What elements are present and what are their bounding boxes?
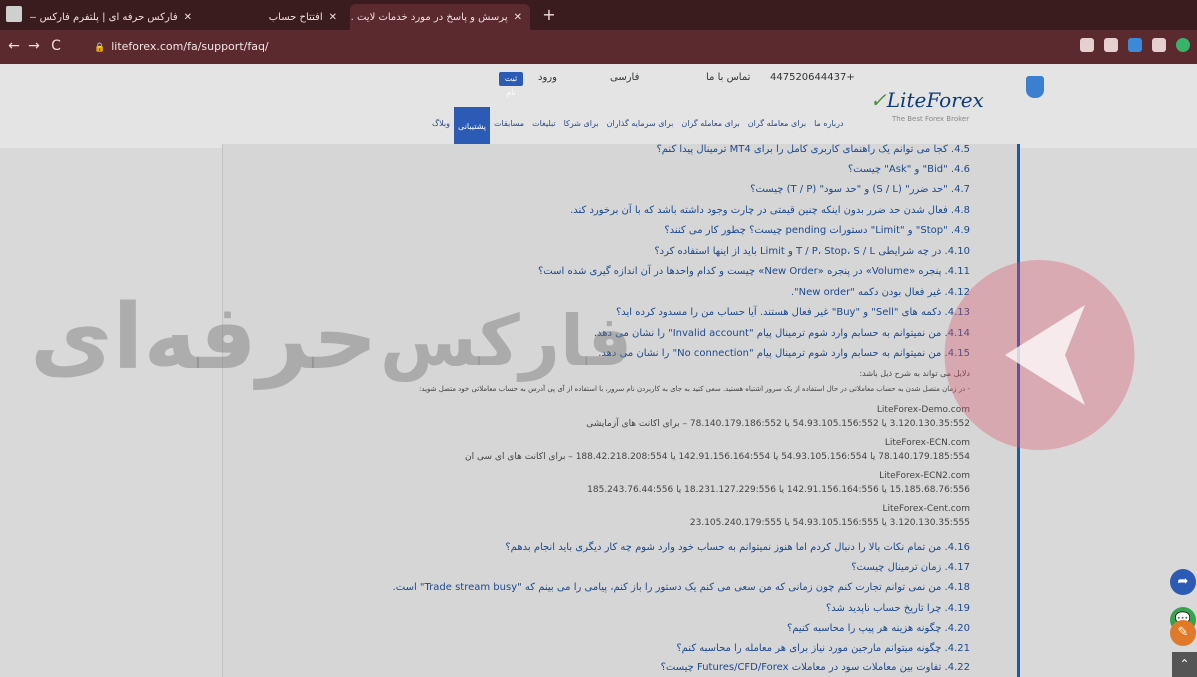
tab-label: افتتاح حساب bbox=[268, 11, 323, 23]
shield-icon[interactable] bbox=[1026, 76, 1044, 98]
faq-item[interactable]: 4.18. من نمی توانم تجارت کنم چون زمانی ک… bbox=[393, 581, 970, 595]
server-name: LiteForex-Cent.com bbox=[882, 504, 970, 514]
close-tab-icon[interactable]: ✕ bbox=[184, 12, 192, 23]
faq-item[interactable]: 4.11. پنجره «Volume» در پنجره «New Order… bbox=[538, 265, 970, 279]
menu-item-contests[interactable]: مسابقات bbox=[490, 117, 528, 147]
faq-item[interactable]: 4.13. دکمه های "Sell" و "Buy" غیر فعال ه… bbox=[616, 306, 970, 320]
callback-link[interactable]: تماس با ما bbox=[706, 72, 750, 83]
logo-tagline: The Best Forex Broker bbox=[892, 115, 970, 123]
url-text: liteforex.com/fa/support/faq/ bbox=[111, 40, 269, 53]
close-tab-icon[interactable]: ✕ bbox=[329, 12, 337, 23]
toolbar-icons bbox=[1080, 38, 1190, 56]
server-ips: 78.140.179.185:554 یا 54.93.105.156:554 … bbox=[465, 452, 970, 462]
back-button[interactable]: ← bbox=[6, 38, 22, 54]
menu-item-support[interactable]: پشتیبانی bbox=[454, 107, 490, 147]
tab-label: پرسش و پاسخ در مورد خدمات لایت ... bbox=[350, 11, 508, 23]
edit-icon[interactable]: ✎ bbox=[1170, 620, 1196, 646]
menu-item-promotions[interactable]: تبلیغات bbox=[528, 117, 560, 147]
faq-item[interactable]: 4.20. چگونه هزینه هر پیپ را محاسبه کنیم؟ bbox=[787, 622, 970, 636]
tab-faq[interactable]: ✕ پرسش و پاسخ در مورد خدمات لایت ... bbox=[350, 4, 530, 30]
language-selector[interactable]: فارسی bbox=[610, 72, 639, 83]
faq-item[interactable]: 4.21. چگونه میتوانم مارجین مورد نیاز برا… bbox=[676, 642, 970, 656]
main-menu: درباره ما برای معامله گران برای معامله گ… bbox=[428, 107, 848, 147]
browser-tabbar: ✕ فارکس حرفه ای | پلتفرم فارکس — ... ✕ ا… bbox=[0, 0, 1197, 30]
address-bar[interactable]: 🔒 liteforex.com/fa/support/faq/ bbox=[94, 36, 1074, 58]
logo-mark-icon: ✓ bbox=[870, 88, 887, 112]
lock-icon: 🔒 bbox=[94, 43, 106, 53]
tab-label: فارکس حرفه ای | پلتفرم فارکس — ... bbox=[30, 11, 178, 23]
tab-open-account[interactable]: ✕ افتتاح حساب bbox=[205, 4, 345, 30]
profile-icon[interactable] bbox=[1128, 38, 1142, 52]
watermark-text-pro: حرفه‌ای bbox=[30, 285, 378, 390]
faq-item[interactable]: 4.9. "Stop" و "Limit" دستورات pending چی… bbox=[664, 224, 970, 238]
faq-item[interactable]: 4.19. چرا تاریخ حساب ناپدید شد؟ bbox=[826, 602, 970, 616]
bookmark-star-icon[interactable] bbox=[1104, 38, 1118, 52]
watermark-text-forex: فارکس bbox=[380, 300, 633, 382]
tab-farsi-forex[interactable]: ✕ فارکس حرفه ای | پلتفرم فارکس — ... bbox=[30, 4, 200, 30]
login-link[interactable]: ورود bbox=[538, 72, 557, 83]
server-ips: 15.185.68.76:556 یا 142.91.156.164:556 ی… bbox=[587, 485, 970, 495]
server-ips: 3.120.130.35:555 یا 54.93.105.156:555 یا… bbox=[689, 518, 970, 528]
new-tab-button[interactable]: + bbox=[540, 6, 558, 24]
extension-icon[interactable] bbox=[1080, 38, 1094, 52]
server-ips: 3.120.130.35:552 یا 54.93.105.156:552 یا… bbox=[586, 419, 970, 429]
faq-item[interactable]: 4.5. کجا می توانم یک راهنمای کاربری کامل… bbox=[656, 143, 970, 157]
window-menu-icon[interactable] bbox=[6, 6, 22, 22]
faq-item[interactable]: 4.15. من نمیتوانم به حسابم وارد شوم ترمی… bbox=[598, 347, 970, 361]
forward-button[interactable]: → bbox=[26, 38, 42, 54]
faq-item[interactable]: 4.17. زمان ترمینال چیست؟ bbox=[851, 561, 970, 575]
scroll-top-button[interactable]: ⌃ bbox=[1172, 652, 1197, 677]
share-icon[interactable]: ➦ bbox=[1170, 569, 1196, 595]
puzzle-icon[interactable] bbox=[1152, 38, 1166, 52]
reason-text: - در زمان متصل شدن به حساب معاملاتی در ح… bbox=[419, 385, 970, 393]
server-name: LiteForex-ECN2.com bbox=[879, 471, 970, 481]
faq-item[interactable]: 4.7. "حد ضرر" (S / L) و "حد سود" (T / P)… bbox=[750, 183, 970, 197]
faq-item[interactable]: 4.14. من نمیتوانم به حسابم وارد شوم ترمی… bbox=[594, 327, 970, 341]
menu-item-partners[interactable]: برای شرکا bbox=[560, 117, 603, 147]
faq-item[interactable]: 4.6. "Bid" و "Ask" چیست؟ bbox=[848, 163, 970, 177]
brand-watermark-logo bbox=[944, 260, 1135, 450]
logo-text: LiteForex bbox=[886, 88, 984, 112]
close-tab-icon[interactable]: ✕ bbox=[514, 12, 522, 23]
account-avatar[interactable] bbox=[1176, 38, 1190, 52]
faq-item[interactable]: 4.22. تفاوت بین معاملات سود در معاملات F… bbox=[661, 661, 970, 675]
menu-item-blog[interactable]: وبلاگ bbox=[428, 117, 454, 147]
reload-button[interactable]: C bbox=[48, 38, 64, 54]
faq-item[interactable]: 4.16. من تمام نکات بالا را دنبال کردم ام… bbox=[505, 541, 970, 555]
faq-item[interactable]: 4.8. فعال شدن حد ضرر بدون اینکه چنین قیم… bbox=[570, 204, 970, 218]
faq-item[interactable]: 4.10. در چه شرایطی T / P، Stop، S / L و … bbox=[654, 245, 970, 259]
phone-number[interactable]: +447520644437 bbox=[770, 72, 855, 83]
content-left-border bbox=[222, 144, 223, 677]
signup-button[interactable]: ثبت نام bbox=[499, 72, 523, 97]
